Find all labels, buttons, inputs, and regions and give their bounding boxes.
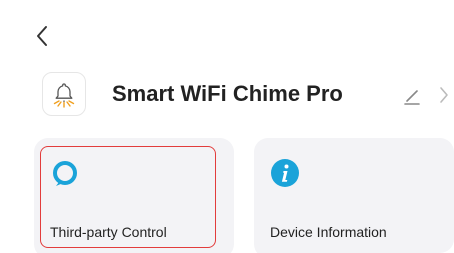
device-settings-panel: Smart WiFi Chime Pro Third-party Control…: [10, 10, 454, 253]
pencil-icon[interactable]: [402, 86, 422, 106]
device-avatar: [42, 72, 86, 116]
back-button[interactable]: [28, 22, 56, 50]
info-icon: [271, 159, 299, 187]
third-party-control-card[interactable]: Third-party Control: [34, 138, 234, 253]
device-name: Smart WiFi Chime Pro: [112, 81, 343, 106]
card-label: Third-party Control: [50, 224, 167, 240]
chevron-left-icon: [37, 26, 47, 46]
card-label: Device Information: [270, 224, 387, 240]
alexa-ring-icon: [53, 161, 77, 186]
device-information-card[interactable]: Device Information: [254, 138, 454, 253]
device-header[interactable]: Smart WiFi Chime Pro: [28, 64, 448, 124]
chevron-right-icon[interactable]: [436, 84, 452, 106]
bell-chime-icon: [53, 83, 75, 108]
